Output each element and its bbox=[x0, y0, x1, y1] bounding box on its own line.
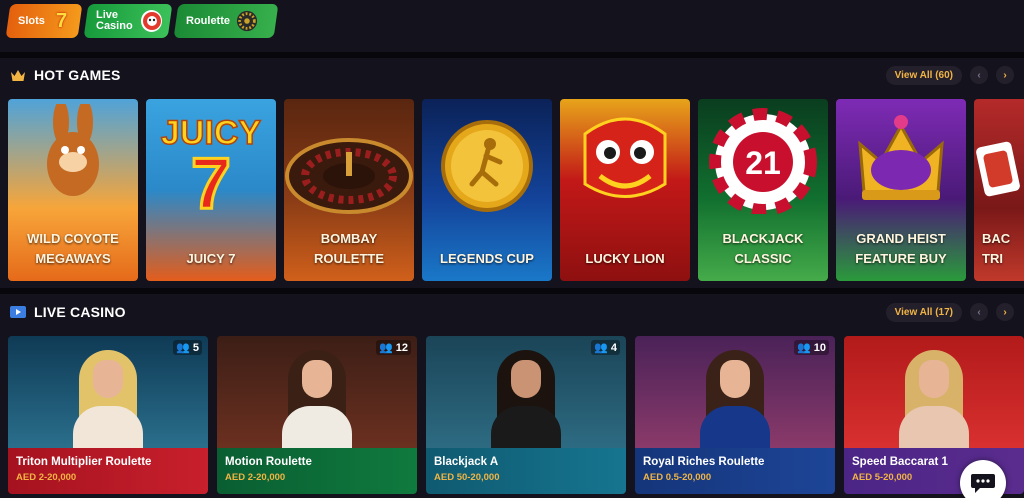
player-count: 👥 5 bbox=[173, 340, 202, 355]
table-info: Motion Roulette AED 2-20,000 bbox=[217, 448, 417, 494]
game-title: LUCKY LION bbox=[585, 251, 665, 266]
category-label: Roulette bbox=[186, 15, 230, 27]
crown-icon bbox=[10, 68, 26, 82]
game-card[interactable]: LUCKY LION bbox=[560, 99, 690, 281]
table-name: Blackjack A bbox=[434, 456, 499, 468]
chevron-right-icon[interactable]: › bbox=[996, 303, 1014, 321]
player-count: 👥 10 bbox=[794, 340, 829, 355]
users-icon: 👥 bbox=[176, 342, 190, 354]
table-name: Royal Riches Roulette bbox=[643, 456, 765, 468]
table-info: Blackjack A AED 50-20,000 bbox=[426, 448, 626, 494]
game-title: LEGENDS CUP bbox=[440, 251, 534, 266]
live-table-card[interactable]: 👥 10 Royal Riches Roulette AED 0.5-20,000 bbox=[635, 336, 835, 494]
bet-range: AED 2-20,000 bbox=[225, 472, 286, 483]
live-casino-header: LIVE CASINO View All (17) ‹ › bbox=[10, 301, 1014, 323]
divider bbox=[0, 288, 1024, 294]
hot-games-header: HOT GAMES View All (60) ‹ › bbox=[10, 64, 1014, 86]
table-name: Triton Multiplier Roulette bbox=[16, 456, 152, 468]
game-title: BOMBAY ROULETTE bbox=[313, 231, 385, 266]
chat-button[interactable] bbox=[960, 460, 1006, 498]
game-thumbnail bbox=[284, 99, 414, 219]
users-icon: 👥 bbox=[797, 342, 811, 354]
game-thumbnail bbox=[836, 99, 966, 219]
users-icon: 👥 bbox=[594, 342, 608, 354]
game-card[interactable]: BOMBAY ROULETTE bbox=[284, 99, 414, 281]
live-casino-carousel: 👥 5 Triton Multiplier Roulette AED 2-20,0… bbox=[8, 336, 1024, 494]
live-table-card[interactable]: 👥 5 Triton Multiplier Roulette AED 2-20,0… bbox=[8, 336, 208, 494]
view-all-button[interactable]: View All (17) bbox=[885, 302, 962, 322]
table-thumbnail bbox=[844, 336, 1024, 448]
section-actions: View All (60) ‹ › bbox=[885, 65, 1014, 85]
game-card[interactable]: 21 BLACKJACK CLASSIC bbox=[698, 99, 828, 281]
chevron-right-icon[interactable]: › bbox=[996, 66, 1014, 84]
player-count: 👥 4 bbox=[591, 340, 620, 355]
game-card[interactable]: BAC TRI bbox=[974, 99, 1024, 281]
category-slots[interactable]: Slots 7 bbox=[5, 4, 83, 38]
live-table-card[interactable]: 👥 12 Motion Roulette AED 2-20,000 bbox=[217, 336, 417, 494]
game-title: BLACKJACK CLASSIC bbox=[722, 231, 804, 266]
game-card[interactable]: LEGENDS CUP bbox=[422, 99, 552, 281]
category-bar: Slots 7 Live Casino Roulette bbox=[5, 4, 279, 38]
game-card[interactable]: WILD COYOTE MEGAWAYS bbox=[8, 99, 138, 281]
game-title: JUICY 7 bbox=[186, 251, 236, 266]
game-thumbnail bbox=[974, 99, 1024, 219]
category-label: Slots bbox=[18, 15, 45, 27]
game-thumbnail bbox=[560, 99, 690, 219]
chevron-left-icon[interactable]: ‹ bbox=[970, 303, 988, 321]
table-info: Royal Riches Roulette AED 0.5-20,000 bbox=[635, 448, 835, 494]
view-all-button[interactable]: View All (60) bbox=[885, 65, 962, 85]
bet-range: AED 2-20,000 bbox=[16, 472, 77, 483]
category-roulette[interactable]: Roulette bbox=[173, 4, 279, 38]
game-title: WILD COYOTE MEGAWAYS bbox=[27, 231, 119, 266]
section-title: HOT GAMES bbox=[34, 67, 121, 83]
section-title: LIVE CASINO bbox=[34, 304, 126, 320]
dealer-avatar bbox=[282, 346, 352, 448]
svg-text:7: 7 bbox=[191, 144, 231, 214]
player-count: 👥 12 bbox=[376, 340, 411, 355]
lucky-seven-icon: 7 bbox=[55, 9, 68, 32]
mascot-icon bbox=[140, 10, 162, 32]
chat-bubble-icon bbox=[971, 474, 995, 493]
game-thumbnail: JUICY 7 bbox=[146, 99, 276, 219]
game-thumbnail bbox=[422, 99, 552, 219]
game-title: GRAND HEIST FEATURE BUY bbox=[855, 231, 947, 266]
game-card[interactable]: JUICY 7 JUICY 7 bbox=[146, 99, 276, 281]
dealer-avatar bbox=[491, 346, 561, 448]
category-label: Live Casino bbox=[96, 9, 133, 32]
game-thumbnail: 21 bbox=[698, 99, 828, 219]
bet-range: AED 50-20,000 bbox=[434, 472, 500, 483]
hot-games-carousel: WILD COYOTE MEGAWAYS JUICY 7 JUICY 7 BOMB… bbox=[8, 99, 1024, 281]
dealer-avatar bbox=[73, 346, 143, 448]
table-info: Triton Multiplier Roulette AED 2-20,000 bbox=[8, 448, 208, 494]
live-table-card[interactable]: 👥 4 Blackjack A AED 50-20,000 bbox=[426, 336, 626, 494]
section-actions: View All (17) ‹ › bbox=[885, 302, 1014, 322]
game-thumbnail bbox=[8, 99, 138, 219]
chevron-left-icon[interactable]: ‹ bbox=[970, 66, 988, 84]
table-name: Motion Roulette bbox=[225, 456, 312, 468]
svg-text:21: 21 bbox=[745, 145, 781, 181]
users-icon: 👥 bbox=[379, 342, 393, 354]
bet-range: AED 0.5-20,000 bbox=[643, 472, 712, 483]
divider bbox=[0, 52, 1024, 58]
play-icon bbox=[10, 305, 26, 319]
roulette-wheel-icon bbox=[236, 10, 258, 32]
game-card[interactable]: GRAND HEIST FEATURE BUY bbox=[836, 99, 966, 281]
game-title: BAC TRI bbox=[982, 231, 1011, 266]
dealer-avatar bbox=[700, 346, 770, 448]
dealer-avatar bbox=[899, 346, 969, 448]
category-live-casino[interactable]: Live Casino bbox=[83, 4, 173, 38]
